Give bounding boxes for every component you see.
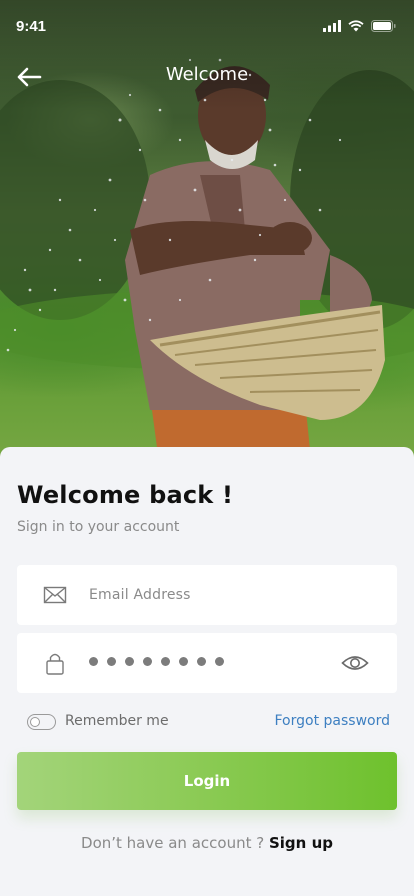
- login-button[interactable]: Login: [17, 752, 397, 810]
- signal-icon: [323, 20, 341, 32]
- remember-row: Remember me Forgot password: [27, 713, 391, 733]
- remember-label: Remember me: [65, 713, 169, 729]
- status-icons: [323, 20, 396, 32]
- password-field[interactable]: [17, 633, 397, 693]
- email-field[interactable]: Email Address: [17, 565, 397, 625]
- forgot-password-link[interactable]: Forgot password: [275, 713, 391, 729]
- login-card: Welcome back ! Sign in to your account E…: [0, 447, 414, 896]
- email-placeholder: Email Address: [89, 587, 191, 603]
- signup-prompt: Don’t have an account ?: [81, 834, 265, 852]
- toggle-knob: [30, 717, 40, 727]
- envelope-icon: [43, 586, 67, 604]
- signup-link[interactable]: Sign up: [269, 834, 333, 852]
- page-subtitle: Sign in to your account: [17, 519, 180, 535]
- battery-icon: [371, 20, 396, 32]
- top-nav: Welcome: [0, 52, 414, 100]
- password-dots: [89, 657, 224, 666]
- signup-row: Don’t have an account ? Sign up: [0, 834, 414, 852]
- nav-title: Welcome: [165, 64, 249, 85]
- wifi-icon: [348, 20, 364, 32]
- status-time: 9:41: [16, 17, 47, 35]
- remember-toggle[interactable]: [27, 714, 56, 730]
- lock-icon: [46, 653, 64, 675]
- eye-icon[interactable]: [341, 651, 369, 675]
- page-title: Welcome back !: [17, 481, 234, 509]
- status-bar: 9:41: [0, 0, 414, 52]
